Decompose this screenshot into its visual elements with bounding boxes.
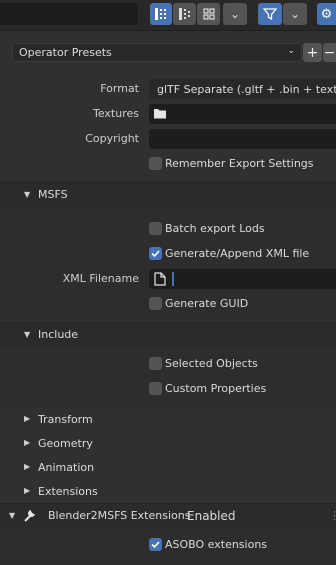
- animation-section-title: Animation: [38, 461, 95, 474]
- textures-path-field[interactable]: [149, 104, 336, 124]
- batch-export-lods-checkbox[interactable]: [149, 222, 162, 235]
- blender2msfs-section-title: Blender2MSFS Extensions: [48, 509, 191, 522]
- chevron-down-icon: ⌄: [289, 7, 301, 21]
- generate-guid-checkbox[interactable]: [149, 297, 162, 310]
- chevron-down-icon: ▼: [9, 511, 16, 520]
- wrench-icon: [24, 510, 35, 522]
- chevron-right-icon: ▶: [24, 462, 31, 471]
- filter-button[interactable]: [258, 3, 282, 25]
- vertical-list-view-button[interactable]: [150, 3, 172, 25]
- chevron-right-icon: ▶: [24, 438, 31, 447]
- custom-properties-checkbox[interactable]: [149, 382, 162, 395]
- text-cursor: [172, 272, 174, 286]
- msfs-section-title: MSFS: [38, 188, 68, 201]
- geometry-section-title: Geometry: [38, 437, 93, 450]
- operator-presets-label: Operator Presets: [19, 46, 112, 59]
- settings-button[interactable]: ⚙: [317, 3, 336, 25]
- selected-objects-checkbox[interactable]: [149, 357, 162, 370]
- extensions-section-title: Extensions: [38, 485, 98, 498]
- textures-label: Textures: [93, 107, 139, 120]
- add-preset-button[interactable]: +: [303, 43, 322, 62]
- include-section-title: Include: [38, 328, 79, 341]
- custom-properties-label: Custom Properties: [165, 382, 267, 395]
- format-label: Format: [100, 82, 139, 95]
- chevron-down-icon: ⌄: [229, 7, 241, 21]
- format-dropdown[interactable]: glTF Separate (.gltf + .bin + textu...: [149, 79, 336, 99]
- gear-icon: ⚙: [320, 6, 333, 22]
- animation-section-header[interactable]: ▶ Animation: [0, 456, 336, 480]
- asobo-extensions-label: ASOBO extensions: [165, 538, 268, 551]
- checkmark-icon: [151, 541, 160, 549]
- batch-export-lods-label: Batch export Lods: [165, 222, 265, 235]
- copyright-label: Copyright: [85, 132, 139, 145]
- blender2msfs-status: Enabled: [187, 509, 236, 523]
- chevron-down-icon: ▼: [24, 330, 31, 339]
- list-horizontal-icon: [178, 8, 190, 20]
- remember-settings-checkbox[interactable]: [149, 157, 162, 170]
- chevron-right-icon: ▶: [24, 414, 31, 423]
- include-panel: [0, 347, 336, 407]
- grid-icon: [202, 8, 215, 20]
- generate-xml-checkbox[interactable]: [149, 247, 162, 260]
- filename-field[interactable]: [0, 3, 138, 25]
- msfs-section-header[interactable]: ▼ MSFS: [0, 182, 336, 207]
- horizontal-list-view-button[interactable]: [173, 3, 196, 25]
- remember-settings-label: Remember Export Settings: [165, 157, 314, 170]
- folder-icon: [154, 109, 166, 119]
- geometry-section-header[interactable]: ▶ Geometry: [0, 432, 336, 456]
- include-section-header[interactable]: ▼ Include: [0, 322, 336, 347]
- xml-filename-field[interactable]: [149, 269, 336, 289]
- copyright-field[interactable]: [149, 129, 336, 149]
- filter-icon: [263, 8, 277, 21]
- thumbnail-view-button[interactable]: [197, 3, 220, 25]
- file-icon: [154, 272, 166, 286]
- generate-xml-label: Generate/Append XML file: [165, 247, 310, 260]
- transform-section-title: Transform: [38, 413, 93, 426]
- chevron-right-icon: ▶: [24, 486, 31, 495]
- chevron-down-icon: ▼: [24, 190, 31, 199]
- blender2msfs-section-header[interactable]: ▼ Blender2MSFS Extensions Enabled ⋮: [0, 503, 336, 528]
- xml-filename-label: XML Filename: [62, 272, 139, 285]
- format-value: glTF Separate (.gltf + .bin + textu...: [157, 82, 336, 96]
- transform-section-header[interactable]: ▶ Transform: [0, 408, 336, 432]
- selected-objects-label: Selected Objects: [165, 357, 258, 370]
- generate-guid-label: Generate GUID: [165, 297, 249, 310]
- checkmark-icon: [151, 250, 160, 258]
- list-vertical-icon: [155, 8, 166, 20]
- filter-dropdown-button[interactable]: ⌄: [283, 3, 307, 25]
- asobo-extensions-checkbox[interactable]: [149, 538, 162, 551]
- extensions-section-header[interactable]: ▶ Extensions: [0, 480, 336, 504]
- drag-handle-icon[interactable]: ⋮: [329, 509, 336, 522]
- chevron-down-icon: ⌄: [287, 46, 295, 56]
- remove-preset-button[interactable]: −: [323, 43, 336, 62]
- view-dropdown-button[interactable]: ⌄: [223, 3, 247, 25]
- operator-presets-dropdown[interactable]: Operator Presets ⌄: [12, 43, 302, 62]
